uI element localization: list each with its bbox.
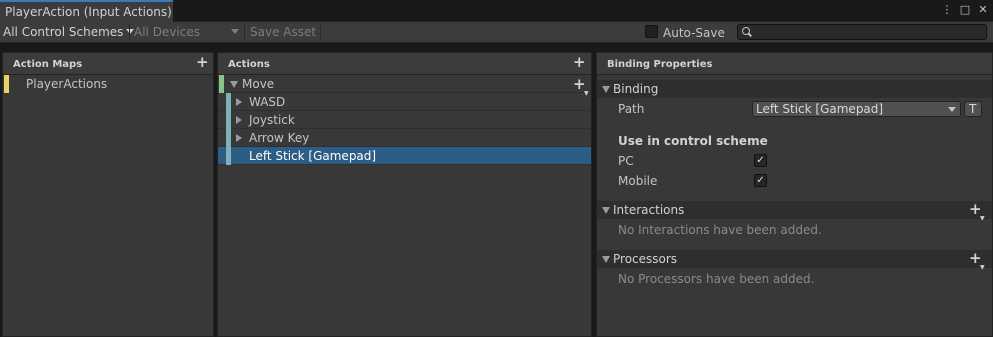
action-maps-header: Action Maps + <box>3 53 213 75</box>
action-label: Move <box>242 77 275 91</box>
binding-label: WASD <box>249 95 286 109</box>
add-action-icon[interactable]: + <box>573 54 586 70</box>
maximize-icon[interactable]: □ <box>959 3 971 17</box>
control-schemes-label: All Control Schemes <box>3 25 124 39</box>
processors-empty-text: No Processors have been added. <box>618 272 815 286</box>
binding-row-arrow-key[interactable]: Arrow Key <box>218 129 591 147</box>
actions-title: Actions <box>228 59 270 70</box>
action-map-color-bar <box>4 75 9 93</box>
collapse-icon[interactable] <box>602 207 610 214</box>
chevron-down-icon: ▼ <box>980 215 985 222</box>
binding-section-title: Binding <box>613 82 659 96</box>
title-icons: ⋮ □ ✕ <box>941 3 989 17</box>
actions-panel: Actions + Move + ▼ WASD Joystick Arrow K… <box>217 52 592 337</box>
action-color-bar <box>219 75 224 93</box>
chevron-down-icon: ▼ <box>980 264 985 271</box>
path-value: Left Stick [Gamepad] <box>756 102 884 116</box>
binding-row-joystick[interactable]: Joystick <box>218 111 591 129</box>
expand-right-icon[interactable] <box>236 98 242 106</box>
binding-label: Left Stick [Gamepad] <box>249 149 377 163</box>
interactions-section-header[interactable]: Interactions + ▼ <box>597 201 992 222</box>
path-label: Path <box>618 102 645 116</box>
expand-right-icon[interactable] <box>236 134 242 142</box>
scheme-mobile-label: Mobile <box>618 174 658 188</box>
collapse-icon[interactable] <box>602 86 610 93</box>
binding-properties-title: Binding Properties <box>607 59 713 70</box>
control-schemes-dropdown[interactable]: All Control Schemes <box>3 22 135 43</box>
binding-color-bar <box>226 93 231 111</box>
scheme-pc-checkbox[interactable]: ✓ <box>754 154 767 167</box>
action-maps-title: Action Maps <box>13 59 83 70</box>
expand-right-icon[interactable] <box>236 116 242 124</box>
binding-color-bar <box>226 129 231 147</box>
auto-save-checkbox[interactable] <box>645 25 658 38</box>
action-map-label: PlayerActions <box>26 77 108 91</box>
interactions-empty-text: No Interactions have been added. <box>618 223 822 237</box>
path-text-mode-button[interactable]: T <box>964 101 982 117</box>
binding-label: Joystick <box>249 113 295 127</box>
binding-color-bar <box>226 111 231 129</box>
devices-dropdown[interactable]: All Devices <box>134 22 239 43</box>
processors-section-header[interactable]: Processors + ▼ <box>597 250 992 271</box>
divider <box>320 24 321 41</box>
chevron-down-icon <box>230 29 239 34</box>
action-map-item[interactable]: PlayerActions <box>3 75 213 94</box>
action-maps-panel: Action Maps + PlayerActions <box>2 52 214 337</box>
collapse-icon[interactable] <box>602 256 610 263</box>
title-bar: PlayerAction (Input Actions) ⋮ □ ✕ <box>0 0 993 22</box>
save-asset-button[interactable]: Save Asset <box>250 22 316 43</box>
use-in-scheme-label: Use in control scheme <box>618 134 768 148</box>
add-action-map-icon[interactable]: + <box>196 54 209 70</box>
path-dropdown[interactable]: Left Stick [Gamepad] <box>752 101 961 117</box>
processors-section-title: Processors <box>613 252 678 266</box>
binding-row-wasd[interactable]: WASD <box>218 93 591 111</box>
expand-down-icon[interactable] <box>230 81 238 88</box>
scheme-pc-label: PC <box>618 154 634 168</box>
more-icon[interactable]: ⋮ <box>941 3 953 17</box>
toolbar: All Control Schemes All Devices Save Ass… <box>0 22 993 43</box>
binding-section-header[interactable]: Binding <box>597 80 992 98</box>
actions-header: Actions + <box>218 53 591 75</box>
binding-label: Arrow Key <box>249 131 310 145</box>
binding-properties-panel: Binding Properties Binding Path Left Sti… <box>596 52 993 337</box>
chevron-down-icon <box>948 107 956 112</box>
auto-save-label: Auto-Save <box>663 26 725 40</box>
action-move[interactable]: Move + ▼ <box>218 75 591 97</box>
scheme-mobile-checkbox[interactable]: ✓ <box>754 174 767 187</box>
window-tab[interactable]: PlayerAction (Input Actions) <box>0 0 173 22</box>
binding-row-left-stick[interactable]: Left Stick [Gamepad] <box>218 147 591 165</box>
binding-properties-header: Binding Properties <box>597 53 992 75</box>
devices-label: All Devices <box>134 25 200 39</box>
close-icon[interactable]: ✕ <box>977 3 989 17</box>
search-icon <box>742 27 750 35</box>
divider <box>129 24 130 41</box>
search-input[interactable] <box>737 24 987 40</box>
binding-color-bar <box>226 147 231 165</box>
interactions-section-title: Interactions <box>613 203 685 217</box>
divider <box>244 24 245 41</box>
